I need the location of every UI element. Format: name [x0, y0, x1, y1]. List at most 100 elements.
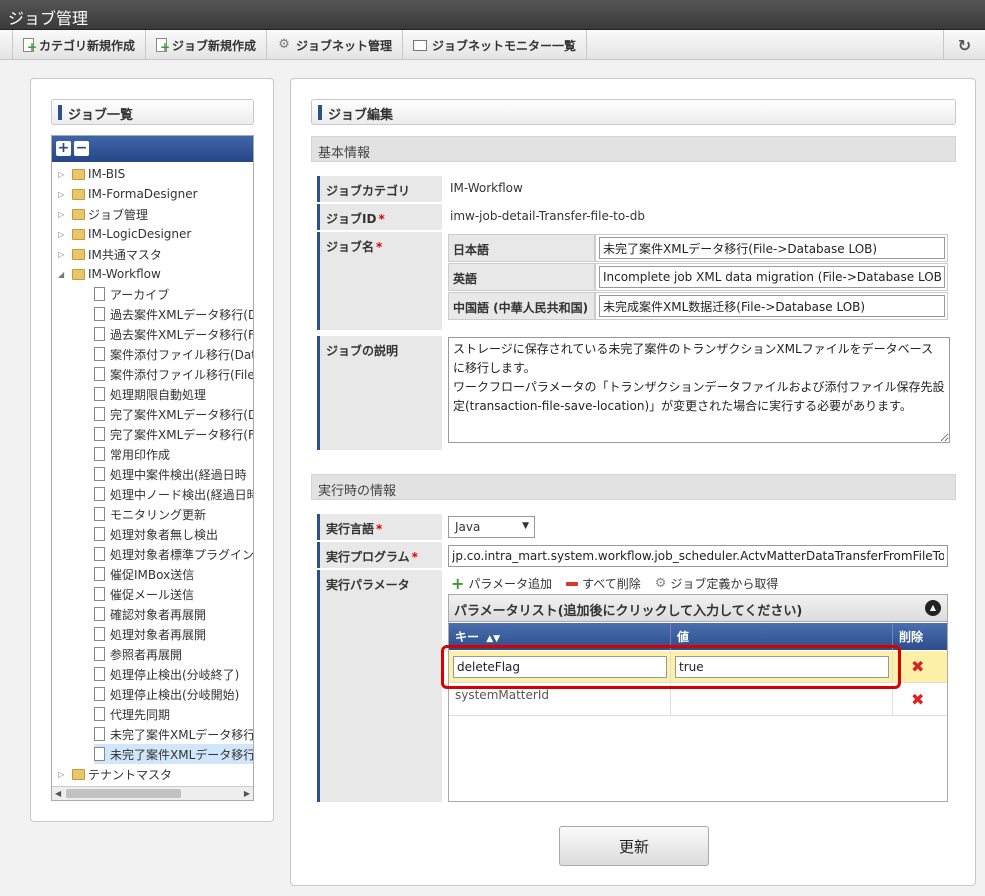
jobnet-management-button[interactable]: ⚙ ジョブネット管理	[267, 30, 404, 60]
collapsed-toggle-icon[interactable]: ▷	[58, 170, 68, 179]
tree-folder[interactable]: ▷ IM-BIS	[58, 164, 125, 184]
tree-folder[interactable]: ▷ ジョブ管理	[58, 204, 148, 224]
job-name-en-input[interactable]	[599, 266, 945, 288]
tree-leaf[interactable]: 案件添付ファイル移行(Data	[94, 344, 253, 364]
tree-leaf[interactable]: 未完了案件XMLデータ移行	[94, 744, 253, 764]
tree-leaf[interactable]: 確認対象者再展開	[94, 604, 206, 624]
tree-leaf[interactable]: 過去案件XMLデータ移行(D	[94, 304, 253, 324]
tree-leaf[interactable]: 常用印作成	[94, 444, 170, 464]
sort-icon[interactable]: ▲▼	[486, 634, 500, 644]
delete-icon[interactable]: ✖	[911, 690, 924, 709]
tree-leaf[interactable]: 完了案件XMLデータ移行(D	[94, 404, 253, 424]
collapse-up-icon[interactable]: ▲	[925, 600, 941, 616]
tree-leaf[interactable]: 処理中案件検出(経過日時	[94, 464, 247, 484]
document-icon	[94, 407, 105, 421]
jobnet-monitor-button[interactable]: ジョブネットモニター一覧	[403, 30, 588, 60]
add-param-button[interactable]: + パラメータ追加	[451, 575, 552, 592]
job-name-row-en: 英語	[448, 263, 948, 291]
tree-item-label: 過去案件XMLデータ移行(F	[110, 327, 254, 342]
tree-leaf[interactable]: 処理対象者再展開	[94, 624, 206, 644]
update-button[interactable]: 更新	[559, 826, 709, 866]
tree-leaf[interactable]: 代理先同期	[94, 704, 170, 724]
param-table-header: パラメータリスト(追加後にクリックして入力してください) ▲	[449, 595, 947, 622]
tree-item-label: IM-Workflow	[88, 267, 161, 281]
tree-leaf[interactable]: 催促メール送信	[94, 584, 194, 604]
tree-leaf[interactable]: 完了案件XMLデータ移行(F	[94, 424, 253, 444]
tree-leaf[interactable]: 処理対象者無し検出	[94, 524, 218, 544]
plus-icon: +	[451, 573, 465, 593]
tree-item-label: IM共通マスタ	[88, 247, 162, 262]
remove-all-params-button[interactable]: すべて削除	[566, 575, 641, 592]
folder-icon	[72, 168, 85, 180]
tree-leaf[interactable]: 処理停止検出(分岐開始)	[94, 684, 239, 704]
job-name-zh-input[interactable]	[599, 295, 945, 317]
jobnet-management-label: ジョブネット管理	[296, 38, 393, 53]
scroll-left-icon[interactable]: ◀	[55, 787, 61, 800]
new-job-label: ジョブ新規作成	[172, 38, 257, 53]
refresh-icon[interactable]: ↻	[943, 30, 985, 60]
required-mark: *	[376, 522, 383, 536]
document-icon	[94, 707, 105, 721]
document-icon	[94, 467, 105, 481]
exec-language-label: 実行言語 *	[317, 514, 442, 540]
tree-leaf[interactable]: 処理対象者標準プラグイン(	[94, 544, 254, 564]
tree-item-label: アーカイブ	[110, 287, 170, 302]
collapsed-toggle-icon[interactable]: ▷	[58, 210, 68, 219]
collapsed-toggle-icon[interactable]: ▷	[58, 230, 68, 239]
tree-item-label: テナントマスタ	[88, 767, 173, 782]
tree-item-label: 処理停止検出(分岐終了)	[110, 667, 240, 682]
tree-folder[interactable]: ▷ テナントマスタ	[58, 764, 172, 784]
tree-item-label: 催促メール送信	[110, 587, 195, 602]
job-name-row-zh: 中国語 (中華人民共和国)	[448, 292, 948, 320]
tree-leaf[interactable]: アーカイブ	[94, 284, 169, 304]
tree-leaf[interactable]: 参照者再展開	[94, 644, 182, 664]
document-icon	[94, 287, 105, 301]
expand-all-icon[interactable]: +	[56, 141, 71, 156]
lang-cell-en	[595, 263, 948, 291]
collapsed-toggle-icon[interactable]: ▷	[58, 250, 68, 259]
collapsed-toggle-icon[interactable]: ▷	[58, 190, 68, 199]
collapse-all-icon[interactable]: −	[74, 141, 89, 156]
tree-folder[interactable]: ◢ IM-Workflow	[58, 264, 161, 284]
new-category-button[interactable]: カテゴリ新規作成	[12, 30, 147, 60]
expanded-toggle-icon[interactable]: ◢	[58, 270, 68, 279]
document-icon	[94, 487, 105, 501]
tree-item-label: 処理対象者標準プラグイン(	[110, 547, 254, 562]
get-from-definition-label: ジョブ定義から取得	[670, 577, 779, 591]
job-name-label-text: ジョブ名	[326, 240, 375, 254]
tree-folder[interactable]: ▷ IM-FormaDesigner	[58, 184, 198, 204]
exec-language-select[interactable]: Java ▼	[448, 516, 535, 538]
exec-params-label: 実行パラメータ	[317, 570, 442, 802]
new-job-button[interactable]: ジョブ新規作成	[146, 30, 268, 60]
scrollbar-thumb[interactable]	[66, 789, 181, 798]
tree-leaf[interactable]: モニタリング更新	[94, 504, 206, 524]
highlight-annotation	[441, 645, 901, 689]
exec-program-input[interactable]	[448, 545, 948, 567]
tree-item-label: 処理期限自動処理	[110, 387, 207, 402]
document-icon	[94, 427, 105, 441]
document-icon	[94, 727, 105, 741]
delete-icon[interactable]: ✖	[911, 657, 924, 676]
tree-leaf[interactable]: 過去案件XMLデータ移行(F	[94, 324, 254, 344]
tree-leaf[interactable]: 処理停止検出(分岐終了)	[94, 664, 239, 684]
tree-folder[interactable]: ▷ IM共通マスタ	[58, 244, 162, 264]
scroll-right-icon[interactable]: ▶	[244, 787, 250, 800]
param-actions: + パラメータ追加 すべて削除 ⚙ ジョブ定義から取得	[451, 575, 778, 592]
tree-horizontal-scrollbar[interactable]: ◀ ▶	[52, 786, 253, 800]
tree-folder[interactable]: ▷ IM-LogicDesigner	[58, 224, 191, 244]
tree-leaf[interactable]: 未完了案件XMLデータ移行	[94, 724, 253, 744]
document-icon	[94, 587, 105, 601]
tree-leaf[interactable]: 処理中ノード検出(経過日時	[94, 484, 254, 504]
tree-leaf[interactable]: 案件添付ファイル移行(File-	[94, 364, 253, 384]
tree-leaf[interactable]: 処理期限自動処理	[94, 384, 206, 404]
get-from-definition-button[interactable]: ⚙ ジョブ定義から取得	[655, 575, 779, 592]
document-icon	[94, 327, 105, 341]
job-id-value: imw-job-detail-Transfer-file-to-db	[450, 209, 645, 223]
tree-item-label: 処理中ノード検出(経過日時	[110, 487, 254, 502]
job-description-textarea[interactable]	[448, 337, 950, 443]
col-delete-header: 削除	[893, 623, 947, 650]
job-name-ja-input[interactable]	[599, 237, 945, 259]
collapsed-toggle-icon[interactable]: ▷	[58, 770, 68, 779]
exec-language-label-text: 実行言語	[326, 522, 375, 536]
tree-leaf[interactable]: 催促IMBox送信	[94, 564, 194, 584]
